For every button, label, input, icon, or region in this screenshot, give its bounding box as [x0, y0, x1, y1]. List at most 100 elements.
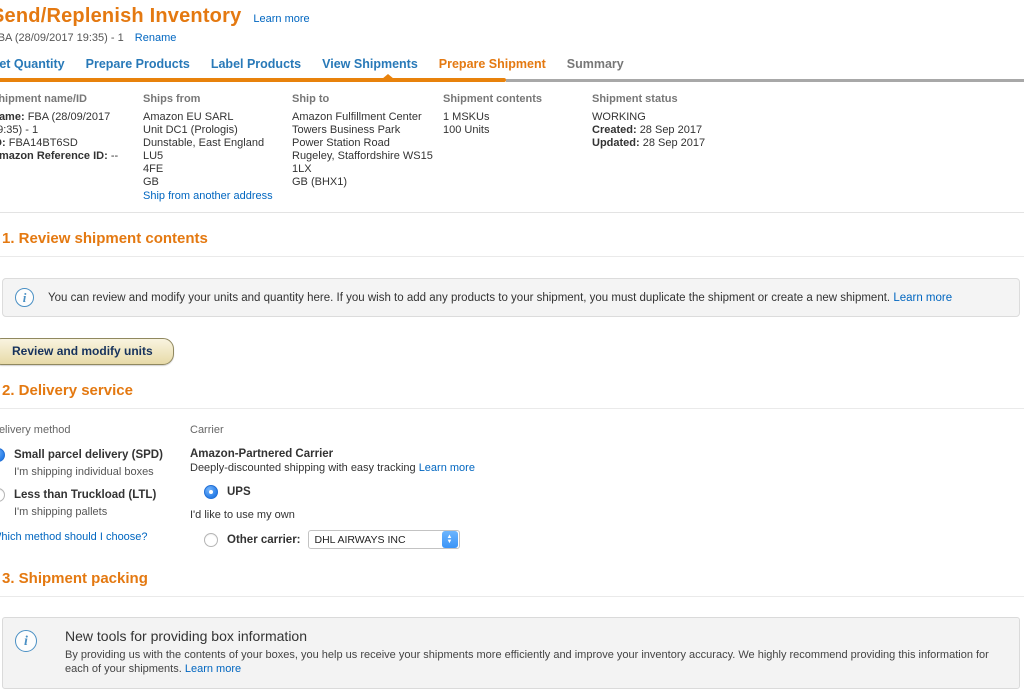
- shipment-id-line: ID: FBA14BT6SD: [0, 137, 133, 150]
- shipment-name-line: Name: FBA (28/09/2017 19:35) - 1: [0, 111, 133, 137]
- ship-to-address: Amazon Fulfillment CenterTowers Business…: [292, 111, 433, 189]
- id-value: FBA14BT6SD: [9, 137, 78, 149]
- page-header: Send/Replenish Inventory Learn more: [0, 5, 1024, 28]
- review-info-body: You can review and modify your units and…: [48, 292, 890, 304]
- review-learn-more-link[interactable]: Learn more: [893, 292, 952, 304]
- amazon-reference-line: Amazon Reference ID: --: [0, 150, 133, 163]
- tab-underline-active-segment: [0, 78, 506, 82]
- shipment-subtitle-label: FBA (28/09/2017 19:35) - 1: [0, 32, 124, 44]
- info-icon: i: [15, 630, 37, 652]
- address-line: Amazon EU SARL: [143, 111, 282, 124]
- ltl-radio-label: Less than Truckload (LTL): [14, 488, 156, 502]
- ship-to-column: Ship to Amazon Fulfillment CenterTowers …: [292, 93, 443, 203]
- ltl-radio-sub: I'm shipping pallets: [14, 506, 190, 519]
- partnered-sub-text: Deeply-discounted shipping with easy tra…: [190, 462, 416, 474]
- ups-radio-label: UPS: [227, 485, 251, 499]
- delivery-method-label: Delivery method: [0, 424, 190, 436]
- use-my-own-label: I'd like to use my own: [190, 509, 1024, 521]
- method-help-row: Which method should I choose?: [0, 531, 190, 543]
- shipment-contents-header: Shipment contents: [443, 93, 582, 106]
- contents-line: 100 Units: [443, 124, 582, 137]
- other-carrier-selected-value: DHL AIRWAYS INC: [309, 534, 441, 546]
- shipment-name-column: Shipment name/ID Name: FBA (28/09/2017 1…: [0, 93, 143, 203]
- active-tab-caret-icon: [382, 74, 394, 79]
- tab-underline: [0, 78, 1024, 82]
- spd-radio-row[interactable]: Small parcel delivery (SPD): [0, 448, 190, 462]
- ref-value: --: [111, 150, 118, 162]
- status-created-line: Created: 28 Sep 2017: [592, 124, 832, 137]
- shipment-summary-table: Shipment name/ID Name: FBA (28/09/2017 1…: [0, 93, 1024, 203]
- shipment-status-header: Shipment status: [592, 93, 832, 106]
- address-line: 4FE: [143, 163, 282, 176]
- page: Send/Replenish Inventory Learn more FBA …: [0, 0, 1024, 689]
- ltl-radio-button[interactable]: [0, 488, 5, 502]
- tab-underline-inactive-segment: [506, 79, 1024, 82]
- created-label: Created:: [592, 124, 637, 136]
- box-information-body: By providing us with the contents of you…: [65, 648, 1005, 676]
- shipment-packing-heading: 3. Shipment packing: [0, 570, 1024, 597]
- shipment-contents-column: Shipment contents 1 MSKUs100 Units: [443, 93, 592, 203]
- shipment-contents-values: 1 MSKUs100 Units: [443, 111, 582, 137]
- address-line: Power Station Road: [292, 137, 433, 150]
- ship-from-another-address-link[interactable]: Ship from another address: [143, 190, 273, 203]
- address-line: Unit DC1 (Prologis): [143, 124, 282, 137]
- delivery-method-column: Delivery method Small parcel delivery (S…: [0, 424, 190, 553]
- spd-radio-button[interactable]: [0, 448, 5, 462]
- tab-prepare-shipment[interactable]: Prepare Shipment: [439, 57, 546, 71]
- status-updated-line: Updated: 28 Sep 2017: [592, 137, 832, 150]
- address-line: Dunstable, East England LU5: [143, 137, 282, 163]
- delivery-service-section: Delivery method Small parcel delivery (S…: [0, 424, 1024, 553]
- box-information-panel: i New tools for providing box informatio…: [2, 617, 1020, 689]
- tab-summary[interactable]: Summary: [567, 57, 624, 71]
- id-label: ID:: [0, 137, 6, 149]
- workflow-tabs: Set Quantity Prepare Products Label Prod…: [0, 57, 1024, 71]
- address-line: GB (BHX1): [292, 176, 433, 189]
- ups-radio-row[interactable]: UPS: [204, 485, 1024, 499]
- other-carrier-select[interactable]: DHL AIRWAYS INC ▲▼: [308, 530, 460, 549]
- review-info-bar: i You can review and modify your units a…: [2, 278, 1020, 317]
- page-title: Send/Replenish Inventory: [0, 5, 241, 28]
- other-carrier-label: Other carrier:: [227, 533, 301, 547]
- shipment-status-column: Shipment status WORKING Created: 28 Sep …: [592, 93, 842, 203]
- info-icon: i: [15, 288, 34, 307]
- amazon-partnered-carrier-title: Amazon-Partnered Carrier: [190, 448, 1024, 460]
- tab-view-shipments[interactable]: View Shipments: [322, 57, 418, 71]
- spd-radio-sub: I'm shipping individual boxes: [14, 466, 190, 479]
- shipment-subtitle: FBA (28/09/2017 19:35) - 1 Rename: [0, 32, 1024, 44]
- address-line: GB: [143, 176, 282, 189]
- ships-from-address: Amazon EU SARLUnit DC1 (Prologis)Dunstab…: [143, 111, 282, 189]
- delivery-service-heading: 2. Delivery service: [0, 382, 1024, 409]
- title-learn-more-link[interactable]: Learn more: [253, 13, 309, 25]
- box-information-title: New tools for providing box information: [65, 628, 1005, 644]
- name-label: Name:: [0, 111, 25, 123]
- tab-label-products[interactable]: Label Products: [211, 57, 301, 71]
- contents-line: 1 MSKUs: [443, 111, 582, 124]
- status-state: WORKING: [592, 111, 832, 124]
- section-divider: [0, 212, 1024, 213]
- address-line: 1LX: [292, 163, 433, 176]
- rename-link[interactable]: Rename: [135, 32, 177, 44]
- carrier-label: Carrier: [190, 424, 1024, 436]
- updated-label: Updated:: [592, 137, 640, 149]
- ship-to-header: Ship to: [292, 93, 433, 106]
- tab-prepare-products[interactable]: Prepare Products: [86, 57, 190, 71]
- review-info-text: You can review and modify your units and…: [48, 292, 952, 304]
- carrier-column: Carrier Amazon-Partnered Carrier Deeply-…: [190, 424, 1024, 553]
- amazon-partnered-carrier-sub: Deeply-discounted shipping with easy tra…: [190, 462, 1024, 474]
- created-value: 28 Sep 2017: [640, 124, 702, 136]
- box-information-learn-more-link[interactable]: Learn more: [185, 663, 241, 675]
- which-method-link[interactable]: Which method should I choose?: [0, 531, 148, 543]
- tab-set-quantity[interactable]: Set Quantity: [0, 57, 65, 71]
- address-line: Amazon Fulfillment Center: [292, 111, 433, 124]
- review-and-modify-units-button[interactable]: Review and modify units: [0, 338, 174, 365]
- review-shipment-contents-heading: 1. Review shipment contents: [0, 230, 1024, 257]
- other-carrier-row[interactable]: Other carrier: DHL AIRWAYS INC ▲▼: [204, 530, 1024, 549]
- ups-radio-button[interactable]: [204, 485, 218, 499]
- ref-label: Amazon Reference ID:: [0, 150, 108, 162]
- select-stepper-icon: ▲▼: [442, 531, 458, 548]
- ships-from-header: Ships from: [143, 93, 282, 106]
- carrier-learn-more-link[interactable]: Learn more: [419, 462, 475, 474]
- ltl-radio-row[interactable]: Less than Truckload (LTL): [0, 488, 190, 502]
- box-information-content: New tools for providing box information …: [65, 628, 1005, 676]
- other-carrier-radio-button[interactable]: [204, 533, 218, 547]
